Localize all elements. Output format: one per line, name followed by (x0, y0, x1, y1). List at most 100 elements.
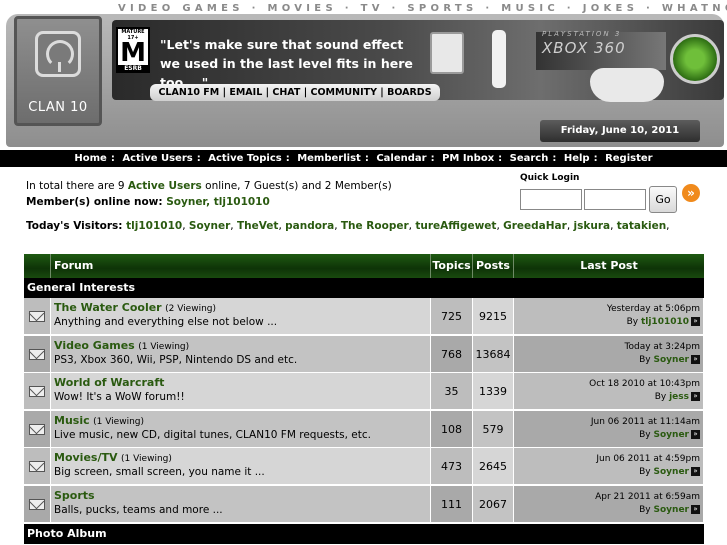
topics-count: 111 (431, 486, 473, 523)
go-to-last-post-icon[interactable]: » (691, 467, 700, 476)
nav-home[interactable]: Home (74, 153, 106, 164)
nav-register[interactable]: Register (605, 153, 653, 164)
username-input[interactable] (520, 189, 582, 210)
go-to-last-post-icon[interactable]: » (691, 392, 700, 401)
visitor-link[interactable]: tatakien (617, 220, 666, 232)
top-link-community[interactable]: COMMUNITY (310, 87, 377, 98)
icon-cell (24, 448, 51, 485)
last-post-by-line: By Soyner» (514, 466, 700, 479)
forum-title-link[interactable]: Movies/TV (54, 451, 118, 464)
forum-title-link[interactable]: The Water Cooler (54, 301, 162, 314)
last-post-user-link[interactable]: tlj101010 (641, 317, 689, 327)
nav-active-users[interactable]: Active Users (122, 153, 192, 164)
go-to-last-post-icon[interactable]: » (691, 430, 700, 439)
top-link-chat[interactable]: CHAT (272, 87, 300, 98)
last-post-user-link[interactable]: Soyner (654, 430, 689, 440)
posts-count: 579 (473, 411, 514, 448)
nav-separator: : (196, 153, 201, 164)
visitor-link[interactable]: jskura (574, 220, 611, 232)
forum-row: Sports Balls, pucks, teams and more ... … (24, 486, 704, 523)
category-photo-album[interactable]: Photo Album (24, 524, 704, 544)
nav-separator: : (430, 153, 435, 164)
comma: , (206, 196, 214, 208)
nav-separator: : (364, 153, 369, 164)
visitor-link[interactable]: pandora (285, 220, 334, 232)
forum-title-line: Sports (54, 489, 430, 502)
go-to-last-post-icon[interactable]: » (691, 355, 700, 364)
nav-help[interactable]: Help (564, 153, 590, 164)
topics-count: 768 (431, 336, 473, 373)
visitor-link[interactable]: tureAffigewet (415, 220, 496, 232)
last-post-date: Jun 06 2011 at 11:14am (590, 417, 700, 427)
last-post-user-link[interactable]: Soyner (654, 505, 689, 515)
visitor-link[interactable]: Soyner (189, 220, 230, 232)
forum-cell: Movies/TV (1 Viewing) Big screen, small … (51, 448, 431, 485)
wii-remote-icon (492, 30, 506, 88)
active-users-link[interactable]: Active Users (128, 180, 202, 192)
console-artwork: PLAYSTATION 3 XBOX 360 (418, 20, 724, 120)
posts-count: 2067 (473, 486, 514, 523)
header-posts: Posts (473, 254, 514, 278)
last-post-user-link[interactable]: Soyner (654, 467, 689, 477)
top-link-clan10fm[interactable]: CLAN10 FM (158, 87, 219, 98)
nav-calendar[interactable]: Calendar (376, 153, 426, 164)
forum-description: PS3, Xbox 360, Wii, PSP, Nintendo DS and… (54, 354, 298, 366)
icon-cell (24, 373, 51, 410)
forum-title-link[interactable]: Music (54, 414, 90, 427)
envelope-icon (29, 499, 45, 510)
visitor-link[interactable]: tlj101010 (126, 220, 182, 232)
visitor-link[interactable]: The Rooper (341, 220, 409, 232)
last-post-cell: Jun 06 2011 at 4:59pm By Soyner» (514, 448, 704, 485)
envelope-icon (29, 424, 45, 435)
forum-description: Balls, pucks, teams and more ... (54, 504, 223, 516)
headset-icon (35, 31, 81, 77)
forum-cell: World of Warcraft Wow! It's a WoW forum!… (51, 373, 431, 410)
top-link-boards[interactable]: BOARDS (387, 87, 431, 98)
online-total-line: In total there are 9 Active Users online… (26, 178, 392, 194)
top-links-bar: CLAN10 FM | EMAIL | CHAT | COMMUNITY | B… (150, 84, 440, 101)
envelope-icon (29, 461, 45, 472)
site-header: VIDEO GAMES · MOVIES · TV · SPORTS · MUS… (0, 0, 727, 150)
forum-title-link[interactable]: Sports (54, 489, 95, 502)
gamepad-icon (590, 68, 664, 102)
header-icon-cell (24, 254, 51, 278)
header-topics: Topics (431, 254, 473, 278)
visitor-link[interactable]: TheVet (237, 220, 278, 232)
icon-cell (24, 486, 51, 523)
viewing-count: (1 Viewing) (138, 342, 190, 352)
nav-search[interactable]: Search (510, 153, 549, 164)
viewing-count: (1 Viewing) (121, 454, 172, 464)
top-link-email[interactable]: EMAIL (229, 87, 262, 98)
password-input[interactable] (584, 189, 646, 210)
by-label: By (626, 317, 639, 327)
nav-active-topics[interactable]: Active Topics (208, 153, 282, 164)
last-post-by-line: By tlj101010» (514, 316, 700, 329)
clan10-logo[interactable]: CLAN 10 (14, 16, 102, 126)
xbox-label: XBOX 360 (542, 39, 626, 57)
nav-memberlist[interactable]: Memberlist (297, 153, 361, 164)
last-post-user-link[interactable]: jess (669, 392, 689, 402)
login-go-button[interactable]: Go (649, 186, 677, 213)
by-label: By (639, 430, 651, 440)
rss-icon[interactable]: » (682, 184, 700, 202)
last-post-cell: Yesterday at 5:06pm By tlj101010» (514, 298, 704, 335)
category-general-interests[interactable]: General Interests (24, 278, 704, 298)
visitor-link[interactable]: GreedaHar (503, 220, 567, 232)
forum-title-link[interactable]: Video Games (54, 339, 135, 352)
members-online-line: Member(s) online now: Soyner, tlj101010 (26, 194, 392, 210)
member-link-tlj101010[interactable]: tlj101010 (214, 196, 270, 208)
nav-separator: : (110, 153, 115, 164)
go-to-last-post-icon[interactable]: » (691, 505, 700, 514)
member-link-soyner[interactable]: Soyner (166, 196, 206, 208)
forum-title-link[interactable]: World of Warcraft (54, 376, 164, 389)
forum-description: Big screen, small screen, you name it ..… (54, 466, 265, 478)
header-last-post: Last Post (514, 254, 704, 278)
by-label: By (639, 355, 651, 365)
category-strip: VIDEO GAMES · MOVIES · TV · SPORTS · MUS… (118, 3, 727, 14)
last-post-date: Apr 21 2011 at 6:59am (595, 492, 700, 502)
nav-pm-inbox[interactable]: PM Inbox (442, 153, 494, 164)
envelope-icon (29, 349, 45, 360)
last-post-user-link[interactable]: Soyner (654, 355, 689, 365)
nav-separator: : (552, 153, 557, 164)
go-to-last-post-icon[interactable]: » (691, 317, 700, 326)
